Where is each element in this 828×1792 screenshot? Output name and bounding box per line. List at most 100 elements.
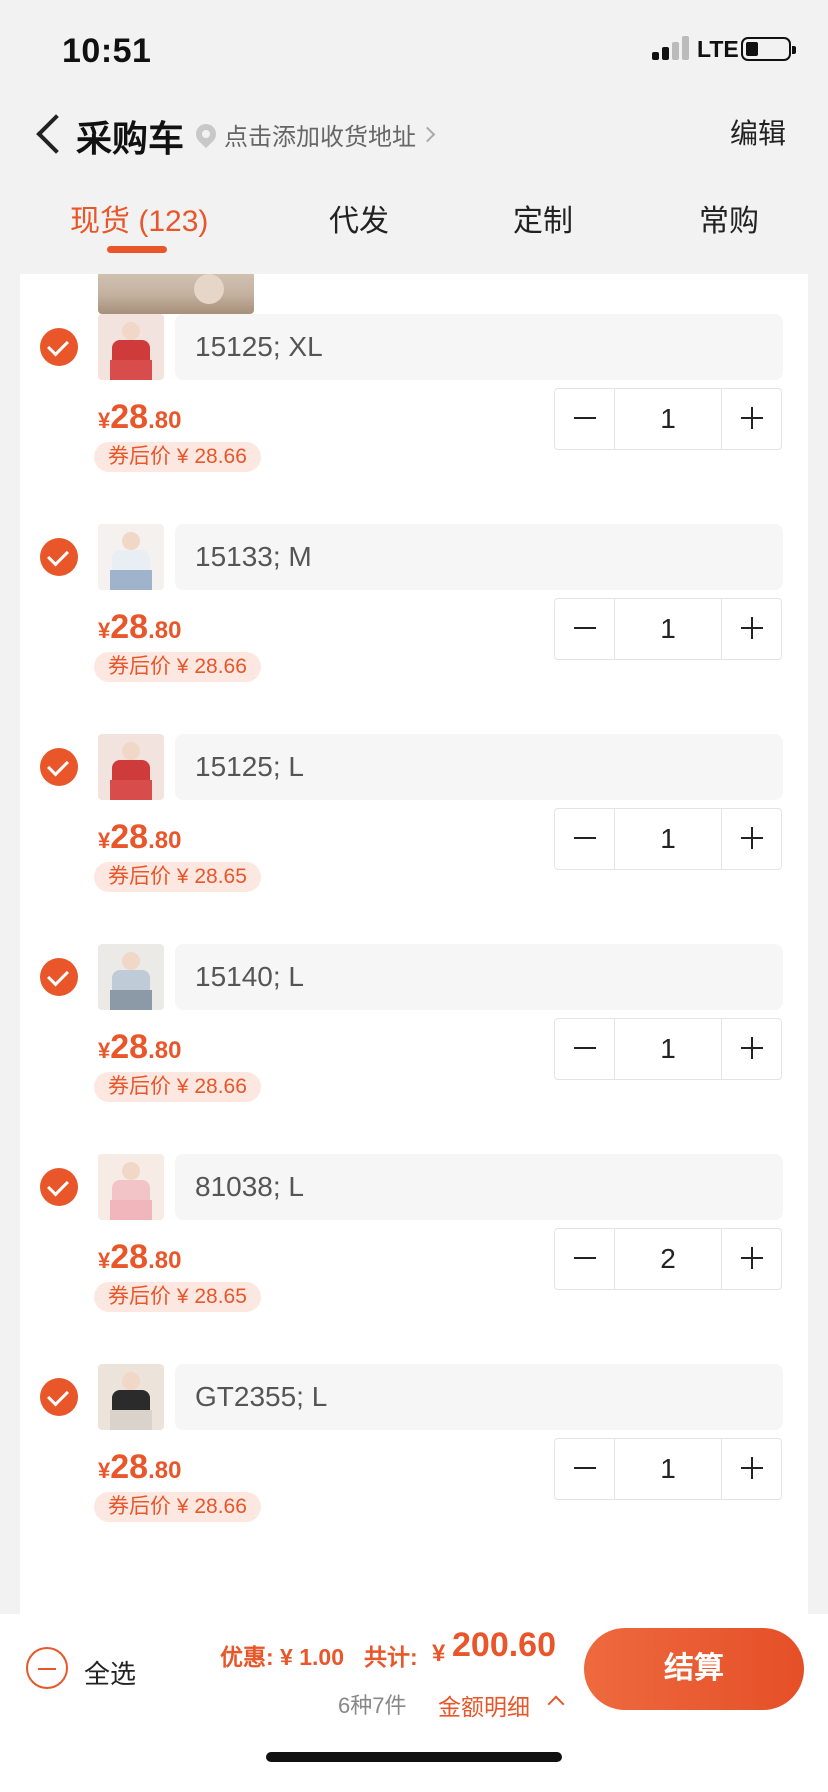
checkout-button[interactable]: 结算 [584, 1628, 804, 1710]
page-title: 采购车 [76, 118, 185, 159]
spec-selector[interactable]: 15133; M [175, 524, 783, 590]
tab-in-stock[interactable]: 现货 (123) [70, 196, 208, 240]
thumb-top [112, 1180, 150, 1202]
price-integer: 28 [110, 608, 149, 646]
price-decimal: .80 [148, 1457, 182, 1484]
tab-bar: 现货 (123) 代发 定制 常购 [0, 196, 828, 268]
plus-icon[interactable] [721, 1019, 781, 1079]
checked-icon[interactable] [40, 538, 78, 576]
thumb-legs [110, 570, 152, 590]
quantity-stepper: 1 [554, 388, 782, 450]
home-indicator [266, 1752, 562, 1762]
product-thumbnail[interactable] [98, 944, 164, 1010]
thumb-legs [110, 990, 152, 1010]
item-price: ¥28.80 [98, 1448, 181, 1487]
coupon-price-badge: 券后价 ¥ 28.65 [94, 862, 261, 892]
checked-icon[interactable] [40, 1168, 78, 1206]
quantity-stepper: 1 [554, 808, 782, 870]
plus-icon[interactable] [721, 809, 781, 869]
product-thumbnail[interactable] [98, 524, 164, 590]
total-value: 200.60 [452, 1626, 556, 1664]
tab-custom[interactable]: 定制 [513, 196, 573, 240]
select-all-icon[interactable] [26, 1647, 68, 1689]
address-prompt: 点击添加收货地址 [224, 123, 416, 151]
price-integer: 28 [110, 1448, 149, 1486]
cart-item: 81038; L ¥28.80 券后价 ¥ 28.65 2 [20, 1134, 808, 1344]
spec-selector[interactable]: 15140; L [175, 944, 783, 1010]
quantity-value[interactable]: 1 [615, 1439, 721, 1499]
status-time: 10:51 [62, 32, 152, 70]
status-bar: 10:51 LTE [0, 0, 828, 96]
price-decimal: .80 [148, 1037, 182, 1064]
amount-detail-link[interactable]: 金额明细 [438, 1688, 530, 1722]
plus-icon[interactable] [721, 1439, 781, 1499]
quantity-value[interactable]: 1 [615, 599, 721, 659]
thumb-head [122, 742, 140, 760]
minus-icon[interactable] [555, 389, 615, 449]
minus-icon[interactable] [555, 599, 615, 659]
checked-icon[interactable] [40, 1378, 78, 1416]
quantity-value[interactable]: 1 [615, 1019, 721, 1079]
price-integer: 28 [110, 398, 149, 436]
price-decimal: .80 [148, 1247, 182, 1274]
minus-icon[interactable] [555, 809, 615, 869]
price-integer: 28 [110, 818, 149, 856]
coupon-price-badge: 券后价 ¥ 28.66 [94, 442, 261, 472]
thumb-top [112, 970, 150, 992]
spec-selector[interactable]: 15125; XL [175, 314, 783, 380]
thumb-legs [110, 780, 152, 800]
plus-icon[interactable] [721, 389, 781, 449]
price-integer: 28 [110, 1238, 149, 1276]
total-currency: ¥ [432, 1640, 446, 1667]
quantity-value[interactable]: 2 [615, 1229, 721, 1289]
price-decimal: .80 [148, 827, 182, 854]
spec-selector[interactable]: 81038; L [175, 1154, 783, 1220]
price-currency: ¥ [98, 618, 111, 643]
product-thumbnail[interactable] [98, 1364, 164, 1430]
spec-selector[interactable]: GT2355; L [175, 1364, 783, 1430]
cart-item: 15125; L ¥28.80 券后价 ¥ 28.65 1 [20, 714, 808, 924]
back-icon[interactable] [30, 110, 66, 158]
price-currency: ¥ [98, 828, 111, 853]
spec-selector[interactable]: 15125; L [175, 734, 783, 800]
item-price: ¥28.80 [98, 398, 181, 437]
thumb-head [122, 1162, 140, 1180]
product-thumbnail[interactable] [98, 734, 164, 800]
thumb-top [112, 1390, 150, 1412]
quantity-value[interactable]: 1 [615, 809, 721, 869]
plus-icon[interactable] [721, 599, 781, 659]
product-thumbnail[interactable] [98, 314, 164, 380]
quantity-value[interactable]: 1 [615, 389, 721, 449]
plus-icon[interactable] [721, 1229, 781, 1289]
promo-row [20, 1604, 808, 1614]
quantity-stepper: 2 [554, 1228, 782, 1290]
thumb-legs [110, 1410, 152, 1430]
quantity-stepper: 1 [554, 598, 782, 660]
product-thumbnail[interactable] [98, 1154, 164, 1220]
checked-icon[interactable] [40, 328, 78, 366]
thumb-head [122, 322, 140, 340]
checked-icon[interactable] [40, 748, 78, 786]
network-label: LTE [697, 36, 739, 62]
checked-icon[interactable] [40, 958, 78, 996]
price-currency: ¥ [98, 408, 111, 433]
select-all-label[interactable]: 全选 [84, 1654, 136, 1691]
quantity-stepper: 1 [554, 1438, 782, 1500]
location-pin-icon [191, 119, 221, 149]
edit-button[interactable]: 编辑 [730, 112, 786, 152]
tab-frequent[interactable]: 常购 [699, 196, 759, 240]
chevron-up-icon[interactable] [547, 1695, 565, 1713]
minus-icon[interactable] [555, 1019, 615, 1079]
bottom-bar: 全选 优惠: ¥ 1.00 共计: ¥ 200.60 6种7件 金额明细 结算 [0, 1614, 828, 1792]
thumb-top [112, 340, 150, 362]
thumb-legs [110, 1200, 152, 1220]
minus-icon[interactable] [555, 1439, 615, 1499]
address-selector[interactable]: 点击添加收货地址 [191, 118, 436, 151]
cart-list[interactable]: 15125; XL ¥28.80 券后价 ¥ 28.66 1 15133; M … [20, 274, 808, 1614]
discount-amount: 优惠: ¥ 1.00 [220, 1644, 344, 1670]
signal-icon [652, 36, 690, 60]
thumb-top [112, 550, 150, 572]
price-integer: 28 [110, 1028, 149, 1066]
tab-dropship[interactable]: 代发 [329, 196, 389, 240]
minus-icon[interactable] [555, 1229, 615, 1289]
